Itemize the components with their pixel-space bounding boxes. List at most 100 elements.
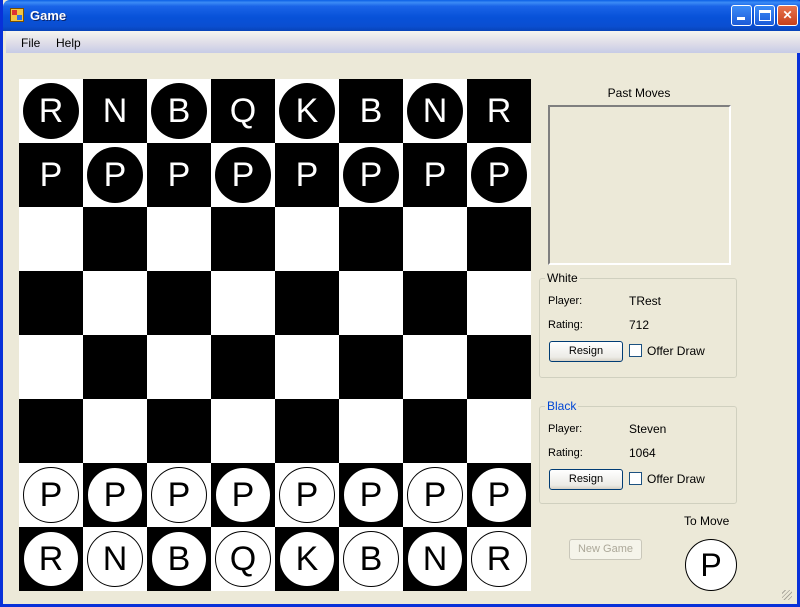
white-pawn-piece[interactable]: P: [471, 467, 527, 523]
board-square[interactable]: [147, 399, 211, 463]
board-square[interactable]: P: [467, 143, 531, 207]
black-bishop-piece[interactable]: B: [343, 83, 399, 139]
chess-board[interactable]: RNBQKBNRPPPPPPPPPPPPPPPPRNBQKBNR: [19, 79, 531, 591]
minimize-button[interactable]: [731, 5, 752, 26]
black-king-piece[interactable]: K: [279, 83, 335, 139]
board-square[interactable]: [275, 207, 339, 271]
board-square[interactable]: [467, 399, 531, 463]
board-square[interactable]: [403, 271, 467, 335]
board-square[interactable]: [19, 335, 83, 399]
board-square[interactable]: P: [147, 143, 211, 207]
black-pawn-piece[interactable]: P: [215, 147, 271, 203]
board-square[interactable]: P: [19, 463, 83, 527]
board-square[interactable]: B: [339, 527, 403, 591]
white-pawn-piece[interactable]: P: [215, 467, 271, 523]
white-knight-piece[interactable]: N: [87, 531, 143, 587]
white-pawn-piece[interactable]: P: [407, 467, 463, 523]
board-square[interactable]: N: [403, 527, 467, 591]
board-square[interactable]: P: [339, 143, 403, 207]
black-pawn-piece[interactable]: P: [87, 147, 143, 203]
white-king-piece[interactable]: K: [279, 531, 335, 587]
black-pawn-piece[interactable]: P: [279, 147, 335, 203]
board-square[interactable]: P: [339, 463, 403, 527]
white-rook-piece[interactable]: R: [23, 531, 79, 587]
black-pawn-piece[interactable]: P: [407, 147, 463, 203]
board-square[interactable]: [211, 335, 275, 399]
board-square[interactable]: B: [147, 79, 211, 143]
black-offer-draw-label[interactable]: Offer Draw: [647, 472, 705, 486]
board-square[interactable]: R: [19, 79, 83, 143]
board-square[interactable]: [403, 335, 467, 399]
board-square[interactable]: [339, 399, 403, 463]
white-pawn-piece[interactable]: P: [279, 467, 335, 523]
black-offer-draw-checkbox[interactable]: [629, 472, 642, 485]
board-square[interactable]: P: [275, 463, 339, 527]
board-square[interactable]: B: [147, 527, 211, 591]
board-square[interactable]: B: [339, 79, 403, 143]
board-square[interactable]: [275, 271, 339, 335]
white-pawn-piece[interactable]: P: [151, 467, 207, 523]
board-square[interactable]: [19, 207, 83, 271]
board-square[interactable]: [147, 271, 211, 335]
board-square[interactable]: R: [19, 527, 83, 591]
board-square[interactable]: [83, 207, 147, 271]
board-square[interactable]: K: [275, 79, 339, 143]
board-square[interactable]: P: [467, 463, 531, 527]
black-rook-piece[interactable]: R: [23, 83, 79, 139]
board-square[interactable]: [83, 399, 147, 463]
black-bishop-piece[interactable]: B: [151, 83, 207, 139]
board-square[interactable]: P: [19, 143, 83, 207]
white-rook-piece[interactable]: R: [471, 531, 527, 587]
board-square[interactable]: [467, 271, 531, 335]
white-offer-draw-checkbox[interactable]: [629, 344, 642, 357]
board-square[interactable]: P: [211, 143, 275, 207]
maximize-button[interactable]: [754, 5, 775, 26]
black-rook-piece[interactable]: R: [471, 83, 527, 139]
white-queen-piece[interactable]: Q: [215, 531, 271, 587]
white-offer-draw-label[interactable]: Offer Draw: [647, 344, 705, 358]
board-square[interactable]: [211, 207, 275, 271]
board-square[interactable]: [467, 207, 531, 271]
board-square[interactable]: N: [83, 527, 147, 591]
board-square[interactable]: [275, 335, 339, 399]
board-square[interactable]: [339, 335, 403, 399]
board-square[interactable]: [403, 399, 467, 463]
board-square[interactable]: [19, 271, 83, 335]
board-square[interactable]: P: [403, 463, 467, 527]
white-bishop-piece[interactable]: B: [151, 531, 207, 587]
black-resign-button[interactable]: Resign: [549, 469, 623, 490]
board-square[interactable]: [147, 335, 211, 399]
board-square[interactable]: [403, 207, 467, 271]
board-square[interactable]: [83, 335, 147, 399]
board-square[interactable]: [275, 399, 339, 463]
board-square[interactable]: N: [403, 79, 467, 143]
board-square[interactable]: [339, 271, 403, 335]
white-knight-piece[interactable]: N: [407, 531, 463, 587]
black-queen-piece[interactable]: Q: [215, 83, 271, 139]
board-square[interactable]: [211, 271, 275, 335]
board-square[interactable]: K: [275, 527, 339, 591]
past-moves-list[interactable]: [548, 105, 731, 265]
black-pawn-piece[interactable]: P: [23, 147, 79, 203]
board-square[interactable]: N: [83, 79, 147, 143]
board-square[interactable]: P: [83, 463, 147, 527]
resize-grip-icon[interactable]: [782, 590, 792, 600]
board-square[interactable]: Q: [211, 527, 275, 591]
white-bishop-piece[interactable]: B: [343, 531, 399, 587]
board-square[interactable]: P: [147, 463, 211, 527]
board-square[interactable]: P: [83, 143, 147, 207]
board-square[interactable]: R: [467, 79, 531, 143]
black-pawn-piece[interactable]: P: [343, 147, 399, 203]
board-square[interactable]: [19, 399, 83, 463]
close-button[interactable]: ✕: [777, 5, 798, 26]
board-square[interactable]: P: [211, 463, 275, 527]
board-square[interactable]: Q: [211, 79, 275, 143]
white-pawn-piece[interactable]: P: [23, 467, 79, 523]
menu-help[interactable]: Help: [56, 36, 81, 50]
black-knight-piece[interactable]: N: [407, 83, 463, 139]
board-square[interactable]: P: [275, 143, 339, 207]
board-square[interactable]: P: [403, 143, 467, 207]
board-square[interactable]: [467, 335, 531, 399]
black-pawn-piece[interactable]: P: [151, 147, 207, 203]
white-pawn-piece[interactable]: P: [343, 467, 399, 523]
